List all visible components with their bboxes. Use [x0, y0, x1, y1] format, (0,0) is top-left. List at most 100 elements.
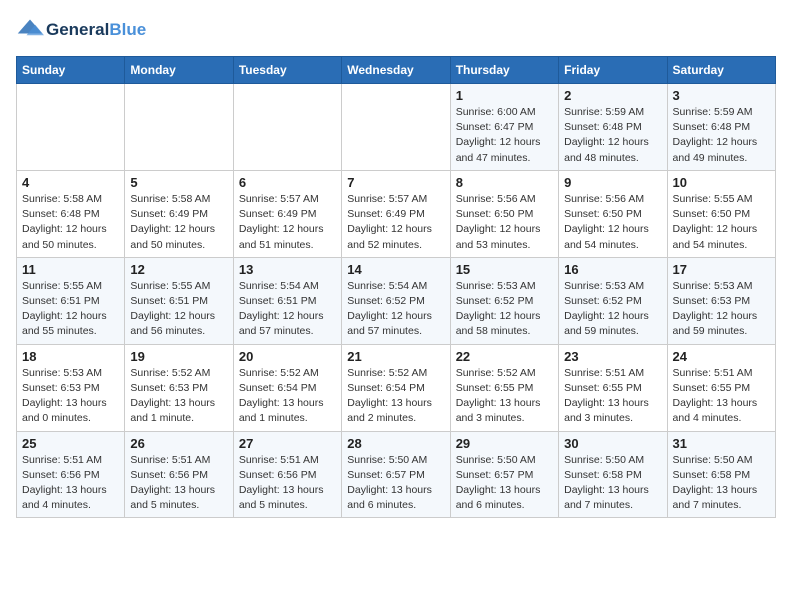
calendar-cell: 15 Sunrise: 5:53 AM Sunset: 6:52 PM Dayli…	[450, 257, 558, 344]
day-number: 18	[22, 349, 119, 364]
day-info: Sunrise: 5:54 AM Sunset: 6:51 PM Dayligh…	[239, 279, 336, 340]
day-info: Sunrise: 6:00 AM Sunset: 6:47 PM Dayligh…	[456, 105, 553, 166]
day-number: 24	[673, 349, 770, 364]
calendar-cell: 10 Sunrise: 5:55 AM Sunset: 6:50 PM Dayli…	[667, 170, 775, 257]
day-number: 15	[456, 262, 553, 277]
day-number: 22	[456, 349, 553, 364]
calendar-cell: 21Sunrise: 5:52 AM Sunset: 6:54 PM Dayli…	[342, 344, 450, 431]
day-info: Sunrise: 5:56 AM Sunset: 6:50 PM Dayligh…	[456, 192, 553, 253]
calendar-cell: 9 Sunrise: 5:56 AM Sunset: 6:50 PM Daylig…	[559, 170, 667, 257]
calendar-cell	[233, 84, 341, 171]
calendar-cell: 20 Sunrise: 5:52 AM Sunset: 6:54 PM Dayli…	[233, 344, 341, 431]
day-info: Sunrise: 5:55 AM Sunset: 6:50 PM Dayligh…	[673, 192, 770, 253]
weekday-header-cell: Friday	[559, 57, 667, 84]
calendar-table: SundayMondayTuesdayWednesdayThursdayFrid…	[16, 56, 776, 518]
day-info: Sunrise: 5:56 AM Sunset: 6:50 PM Dayligh…	[564, 192, 661, 253]
day-number: 20	[239, 349, 336, 364]
calendar-cell: 6 Sunrise: 5:57 AM Sunset: 6:49 PM Daylig…	[233, 170, 341, 257]
calendar-cell: 28 Sunrise: 5:50 AM Sunset: 6:57 PM Dayli…	[342, 431, 450, 518]
day-number: 17	[673, 262, 770, 277]
logo-icon	[16, 16, 44, 44]
day-number: 11	[22, 262, 119, 277]
calendar-cell: 13 Sunrise: 5:54 AM Sunset: 6:51 PM Dayli…	[233, 257, 341, 344]
day-number: 4	[22, 175, 119, 190]
day-info: Sunrise: 5:57 AM Sunset: 6:49 PM Dayligh…	[347, 192, 444, 253]
day-info: Sunrise: 5:50 AM Sunset: 6:57 PM Dayligh…	[347, 453, 444, 514]
weekday-header-cell: Monday	[125, 57, 233, 84]
weekday-header-cell: Thursday	[450, 57, 558, 84]
day-info: Sunrise: 5:52 AM Sunset: 6:53 PM Dayligh…	[130, 366, 227, 427]
day-info: Sunrise: 5:53 AM Sunset: 6:53 PM Dayligh…	[673, 279, 770, 340]
calendar-cell: 11 Sunrise: 5:55 AM Sunset: 6:51 PM Dayli…	[17, 257, 125, 344]
day-number: 16	[564, 262, 661, 277]
day-info: Sunrise: 5:51 AM Sunset: 6:55 PM Dayligh…	[564, 366, 661, 427]
day-info: Sunrise: 5:50 AM Sunset: 6:58 PM Dayligh…	[673, 453, 770, 514]
day-info: Sunrise: 5:52 AM Sunset: 6:54 PM Dayligh…	[239, 366, 336, 427]
day-number: 29	[456, 436, 553, 451]
calendar-week-row: 4Sunrise: 5:58 AM Sunset: 6:48 PM Daylig…	[17, 170, 776, 257]
calendar-cell: 12 Sunrise: 5:55 AM Sunset: 6:51 PM Dayli…	[125, 257, 233, 344]
calendar-week-row: 25Sunrise: 5:51 AM Sunset: 6:56 PM Dayli…	[17, 431, 776, 518]
day-number: 6	[239, 175, 336, 190]
calendar-cell: 25Sunrise: 5:51 AM Sunset: 6:56 PM Dayli…	[17, 431, 125, 518]
calendar-cell: 30 Sunrise: 5:50 AM Sunset: 6:58 PM Dayli…	[559, 431, 667, 518]
day-number: 2	[564, 88, 661, 103]
calendar-week-row: 1 Sunrise: 6:00 AM Sunset: 6:47 PM Daylig…	[17, 84, 776, 171]
day-number: 3	[673, 88, 770, 103]
day-info: Sunrise: 5:50 AM Sunset: 6:58 PM Dayligh…	[564, 453, 661, 514]
calendar-cell: 16Sunrise: 5:53 AM Sunset: 6:52 PM Dayli…	[559, 257, 667, 344]
day-info: Sunrise: 5:53 AM Sunset: 6:53 PM Dayligh…	[22, 366, 119, 427]
calendar-cell	[125, 84, 233, 171]
day-number: 14	[347, 262, 444, 277]
day-number: 31	[673, 436, 770, 451]
day-info: Sunrise: 5:51 AM Sunset: 6:55 PM Dayligh…	[673, 366, 770, 427]
page-header: GeneralBlue	[16, 16, 776, 44]
day-number: 21	[347, 349, 444, 364]
day-number: 7	[347, 175, 444, 190]
calendar-cell: 2 Sunrise: 5:59 AM Sunset: 6:48 PM Daylig…	[559, 84, 667, 171]
logo: GeneralBlue	[16, 16, 146, 44]
day-info: Sunrise: 5:57 AM Sunset: 6:49 PM Dayligh…	[239, 192, 336, 253]
calendar-cell	[17, 84, 125, 171]
weekday-header-cell: Sunday	[17, 57, 125, 84]
day-info: Sunrise: 5:55 AM Sunset: 6:51 PM Dayligh…	[130, 279, 227, 340]
day-number: 5	[130, 175, 227, 190]
day-info: Sunrise: 5:50 AM Sunset: 6:57 PM Dayligh…	[456, 453, 553, 514]
calendar-cell: 3 Sunrise: 5:59 AM Sunset: 6:48 PM Daylig…	[667, 84, 775, 171]
day-number: 9	[564, 175, 661, 190]
day-number: 12	[130, 262, 227, 277]
weekday-header-cell: Saturday	[667, 57, 775, 84]
day-number: 30	[564, 436, 661, 451]
calendar-cell: 22 Sunrise: 5:52 AM Sunset: 6:55 PM Dayli…	[450, 344, 558, 431]
calendar-cell: 23 Sunrise: 5:51 AM Sunset: 6:55 PM Dayli…	[559, 344, 667, 431]
calendar-cell: 14 Sunrise: 5:54 AM Sunset: 6:52 PM Dayli…	[342, 257, 450, 344]
calendar-cell: 24 Sunrise: 5:51 AM Sunset: 6:55 PM Dayli…	[667, 344, 775, 431]
weekday-header-cell: Wednesday	[342, 57, 450, 84]
day-info: Sunrise: 5:51 AM Sunset: 6:56 PM Dayligh…	[22, 453, 119, 514]
calendar-cell: 5Sunrise: 5:58 AM Sunset: 6:49 PM Daylig…	[125, 170, 233, 257]
calendar-cell	[342, 84, 450, 171]
day-number: 13	[239, 262, 336, 277]
calendar-cell: 18 Sunrise: 5:53 AM Sunset: 6:53 PM Dayli…	[17, 344, 125, 431]
calendar-cell: 27Sunrise: 5:51 AM Sunset: 6:56 PM Dayli…	[233, 431, 341, 518]
day-info: Sunrise: 5:53 AM Sunset: 6:52 PM Dayligh…	[456, 279, 553, 340]
calendar-week-row: 18 Sunrise: 5:53 AM Sunset: 6:53 PM Dayli…	[17, 344, 776, 431]
logo-text: GeneralBlue	[46, 21, 146, 40]
calendar-cell: 26Sunrise: 5:51 AM Sunset: 6:56 PM Dayli…	[125, 431, 233, 518]
day-info: Sunrise: 5:54 AM Sunset: 6:52 PM Dayligh…	[347, 279, 444, 340]
day-info: Sunrise: 5:59 AM Sunset: 6:48 PM Dayligh…	[673, 105, 770, 166]
day-number: 23	[564, 349, 661, 364]
day-info: Sunrise: 5:59 AM Sunset: 6:48 PM Dayligh…	[564, 105, 661, 166]
day-info: Sunrise: 5:55 AM Sunset: 6:51 PM Dayligh…	[22, 279, 119, 340]
calendar-cell: 19 Sunrise: 5:52 AM Sunset: 6:53 PM Dayli…	[125, 344, 233, 431]
calendar-cell: 29 Sunrise: 5:50 AM Sunset: 6:57 PM Dayli…	[450, 431, 558, 518]
day-number: 28	[347, 436, 444, 451]
calendar-cell: 7 Sunrise: 5:57 AM Sunset: 6:49 PM Daylig…	[342, 170, 450, 257]
day-info: Sunrise: 5:52 AM Sunset: 6:55 PM Dayligh…	[456, 366, 553, 427]
day-info: Sunrise: 5:51 AM Sunset: 6:56 PM Dayligh…	[239, 453, 336, 514]
day-number: 1	[456, 88, 553, 103]
calendar-week-row: 11 Sunrise: 5:55 AM Sunset: 6:51 PM Dayli…	[17, 257, 776, 344]
day-number: 19	[130, 349, 227, 364]
calendar-cell: 1 Sunrise: 6:00 AM Sunset: 6:47 PM Daylig…	[450, 84, 558, 171]
day-number: 10	[673, 175, 770, 190]
